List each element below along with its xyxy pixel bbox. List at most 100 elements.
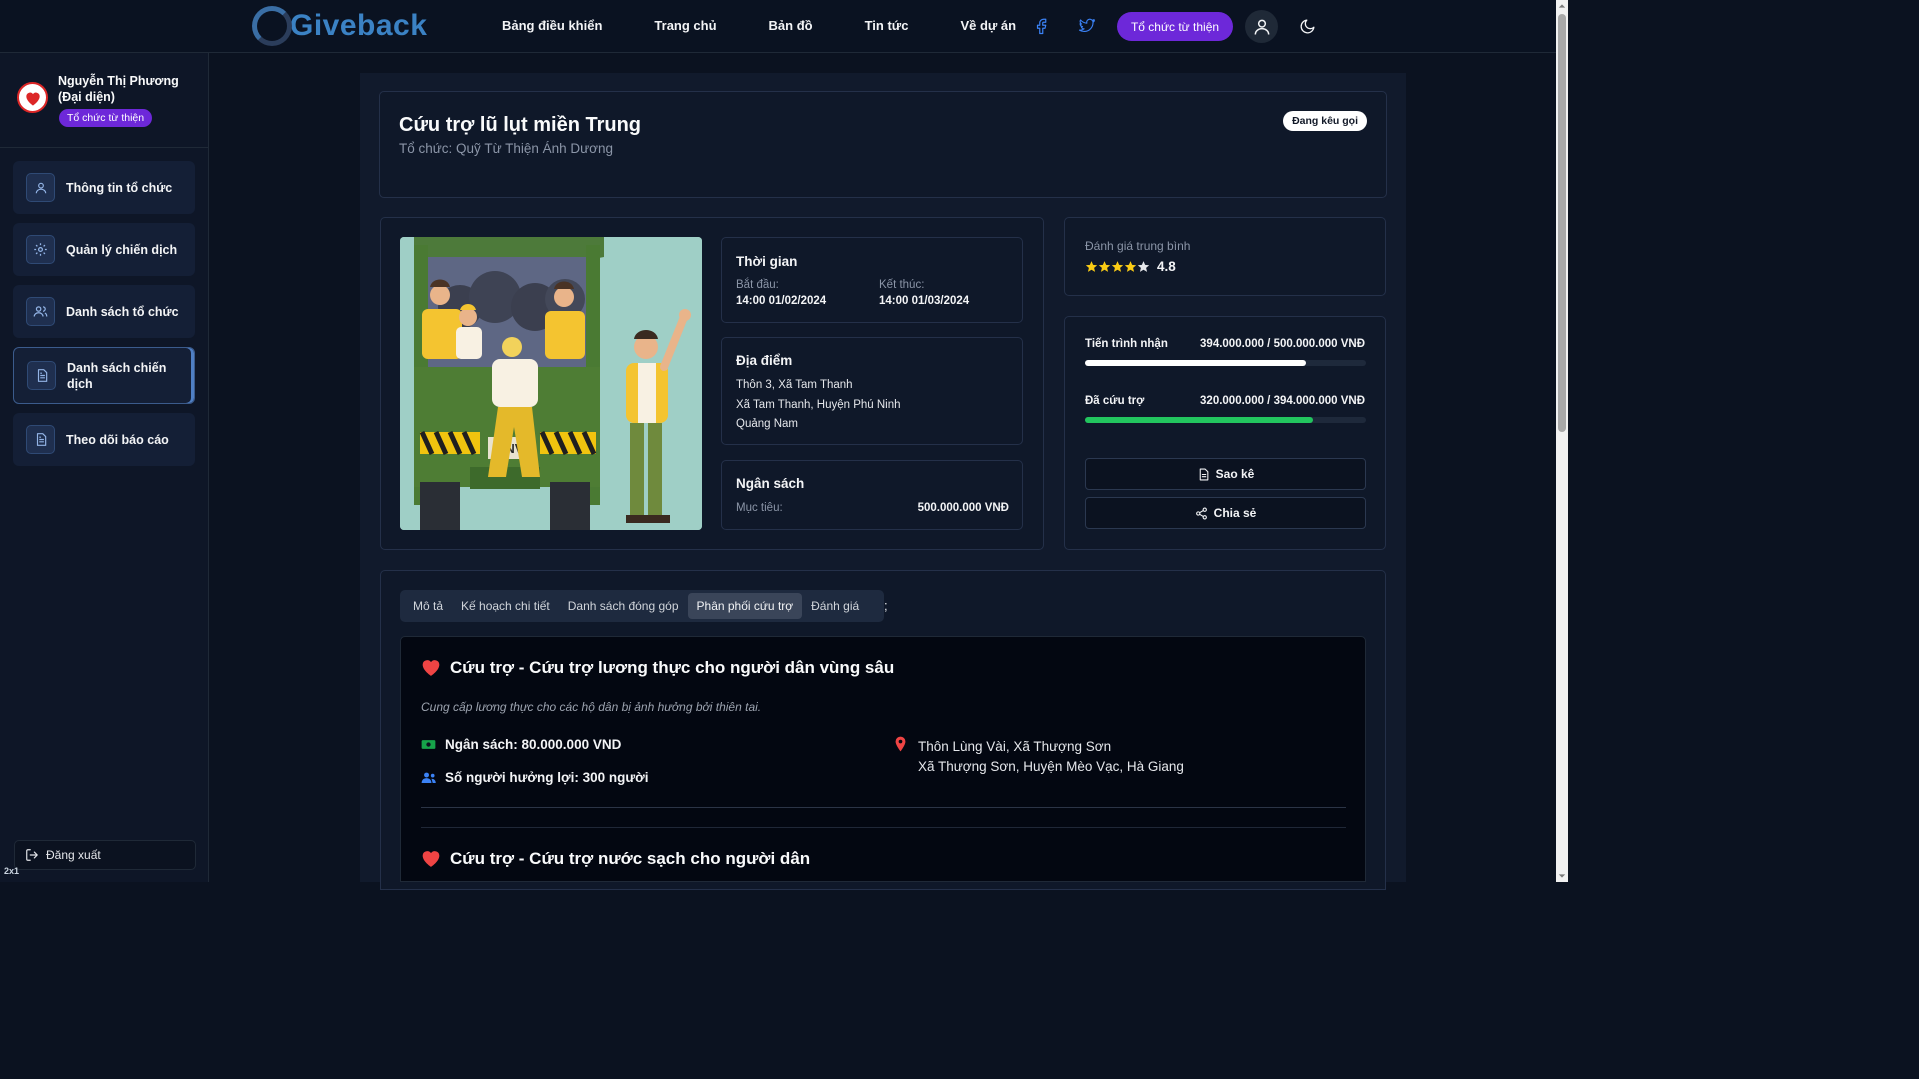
- sidebar-item-report-tracking[interactable]: Theo dõi báo cáo: [13, 413, 195, 466]
- location-card: Địa điểm Thôn 3, Xã Tam Thanh Xã Tam Tha…: [721, 337, 1023, 445]
- relief-progress-fill: [1085, 417, 1314, 423]
- top-navbar: Giveback Bảng điều khiển Trang chủ Bản đ…: [0, 0, 1556, 53]
- user-icon: [1254, 19, 1269, 35]
- star-icon: [1137, 261, 1150, 272]
- rating-stars: 4.8: [1085, 259, 1176, 274]
- user-name: Nguyễn Thị Phương (Đại diện): [58, 74, 179, 104]
- giveback-logo[interactable]: Giveback: [252, 6, 427, 46]
- time-card: Thời gian Bắt đầu: 14:00 01/02/2024 Kết …: [721, 237, 1023, 323]
- status-badge: Đang kêu gọi: [1283, 111, 1367, 131]
- location-line-2: Xã Tam Thanh, Huyện Phú Ninh: [736, 398, 901, 411]
- sidebar-item-label: Danh sách tổ chức: [66, 304, 179, 319]
- relief-progress-bar: [1085, 417, 1366, 423]
- distribution-panel: Cứu trợ - Cứu trợ lương thực cho người d…: [400, 636, 1366, 882]
- users-icon: [421, 772, 436, 784]
- logout-button[interactable]: Đăng xuất: [14, 840, 196, 870]
- distribution-title: Cứu trợ - Cứu trợ lương thực cho người d…: [450, 658, 895, 677]
- scroll-up-icon[interactable]: [1558, 2, 1566, 10]
- avatar[interactable]: [17, 82, 48, 113]
- star-icon: [1124, 261, 1137, 272]
- relief-label: Đã cứu trợ: [1085, 395, 1145, 407]
- statement-button[interactable]: Sao kê: [1085, 458, 1366, 490]
- sidebar: Nguyễn Thị Phương (Đại diện) Tổ chức từ …: [0, 53, 209, 882]
- distribution-title: Cứu trợ - Cứu trợ nước sạch cho người dâ…: [450, 849, 811, 868]
- star-icon: [1111, 261, 1124, 272]
- corner-tag: 2x1: [4, 866, 20, 876]
- time-heading: Thời gian: [736, 254, 798, 269]
- sidebar-item-campaign-manage[interactable]: Quản lý chiến dịch: [13, 223, 195, 276]
- heart-icon: [422, 660, 440, 676]
- budget-heading: Ngân sách: [736, 476, 805, 491]
- budget-target-value: 500.000.000 VNĐ: [917, 502, 1009, 514]
- star-icon: [1085, 261, 1098, 272]
- document-icon: [26, 425, 55, 454]
- star-icon: [1098, 261, 1111, 272]
- twitter-icon[interactable]: [1078, 17, 1096, 35]
- theme-toggle-button[interactable]: [1291, 10, 1324, 43]
- budget-card: Ngân sách Mục tiêu: 500.000.000 VNĐ: [721, 460, 1023, 530]
- heart-logo-icon: [25, 92, 40, 105]
- distribution-description: Cung cấp lương thực cho các hộ dân bị ản…: [421, 700, 762, 714]
- tab-trailing-text: ;: [884, 598, 888, 613]
- share-button[interactable]: Chia sẻ: [1085, 497, 1366, 529]
- money-icon: [421, 740, 436, 749]
- share-label: Chia sẻ: [1213, 506, 1257, 520]
- tab-bar: Mô tả Kế hoạch chi tiết Danh sách đóng g…: [400, 590, 884, 622]
- distribution-location-line-1: Thôn Lùng Vài, Xã Thượng Sơn: [918, 739, 1112, 754]
- profile-section: Nguyễn Thị Phương (Đại diện) Tổ chức từ …: [0, 53, 208, 148]
- sidebar-item-label: Quản lý chiến dịch: [66, 242, 178, 257]
- relief-value: 320.000.000 / 394.000.000 VNĐ: [1200, 395, 1365, 407]
- sidebar-item-org-info[interactable]: Thông tin tổ chức: [13, 161, 195, 214]
- distribution-beneficiaries: Số người hưởng lợi: 300 người: [445, 770, 649, 785]
- facebook-icon[interactable]: [1033, 17, 1051, 35]
- start-label: Bắt đầu:: [736, 279, 779, 291]
- user-role-badge: Tổ chức từ thiện: [59, 109, 153, 127]
- logout-icon: [26, 849, 38, 861]
- campaign-organization: Tổ chức: Quỹ Từ Thiện Ánh Dương: [399, 141, 614, 156]
- divider: [421, 807, 1346, 808]
- tab-contributions[interactable]: Danh sách đóng góp: [559, 593, 688, 619]
- scrollbar-thumb[interactable]: [1558, 14, 1566, 432]
- sidebar-item-org-list[interactable]: Danh sách tổ chức: [13, 285, 195, 338]
- location-line-3: Quảng Nam: [736, 418, 799, 430]
- nav-dashboard[interactable]: Bảng điều khiển: [502, 18, 602, 33]
- gear-icon: [26, 235, 55, 264]
- user-icon: [26, 173, 55, 202]
- sidebar-item-label: Danh sách chiến dịch: [67, 360, 167, 391]
- nav-about[interactable]: Về dự án: [960, 18, 1016, 33]
- document-icon: [27, 361, 56, 390]
- campaign-header-card: Cứu trợ lũ lụt miền Trung Tổ chức: Quỹ T…: [379, 91, 1387, 198]
- budget-target-label: Mục tiêu:: [736, 502, 783, 514]
- main-nav: Bảng điều khiển Trang chủ Bản đồ Tin tức…: [502, 18, 1068, 33]
- tab-relief-distribution[interactable]: Phân phối cứu trợ: [687, 593, 803, 619]
- rating-value: 4.8: [1157, 259, 1176, 274]
- rating-label: Đánh giá trung bình: [1085, 239, 1191, 253]
- share-icon: [1195, 507, 1207, 519]
- nav-map[interactable]: Bản đồ: [769, 18, 813, 33]
- brand-name: Giveback: [290, 9, 428, 42]
- moon-icon: [1300, 19, 1315, 34]
- received-progress-fill: [1085, 360, 1307, 366]
- tab-detailed-plan[interactable]: Kế hoạch chi tiết: [452, 593, 559, 619]
- campaign-image: CNV: [400, 237, 702, 530]
- page-scrollbar[interactable]: [1556, 0, 1568, 882]
- location-line-1: Thôn 3, Xã Tam Thanh: [736, 379, 853, 391]
- campaign-title: Cứu trợ lũ lụt miền Trung: [399, 114, 642, 136]
- org-role-button[interactable]: Tổ chức từ thiện: [1117, 12, 1233, 41]
- tab-reviews[interactable]: Đánh giá: [802, 593, 868, 619]
- sidebar-item-label: Thông tin tổ chức: [66, 180, 173, 195]
- sidebar-item-campaign-list[interactable]: Danh sách chiến dịch: [13, 347, 195, 404]
- nav-home[interactable]: Trang chủ: [654, 18, 716, 33]
- received-value: 394.000.000 / 500.000.000 VNĐ: [1200, 338, 1365, 350]
- scroll-down-icon[interactable]: [1558, 872, 1566, 880]
- logo-ring-icon: [252, 6, 292, 46]
- nav-news[interactable]: Tin tức: [865, 18, 909, 33]
- divider: [421, 827, 1346, 828]
- distribution-budget: Ngân sách: 80.000.000 VND: [445, 737, 622, 752]
- tab-description[interactable]: Mô tả: [404, 593, 452, 619]
- sidebar-item-label: Theo dõi báo cáo: [66, 432, 169, 447]
- location-heading: Địa điểm: [736, 353, 793, 368]
- document-icon: [1199, 468, 1209, 480]
- account-button[interactable]: [1245, 10, 1278, 43]
- start-value: 14:00 01/02/2024: [736, 295, 827, 307]
